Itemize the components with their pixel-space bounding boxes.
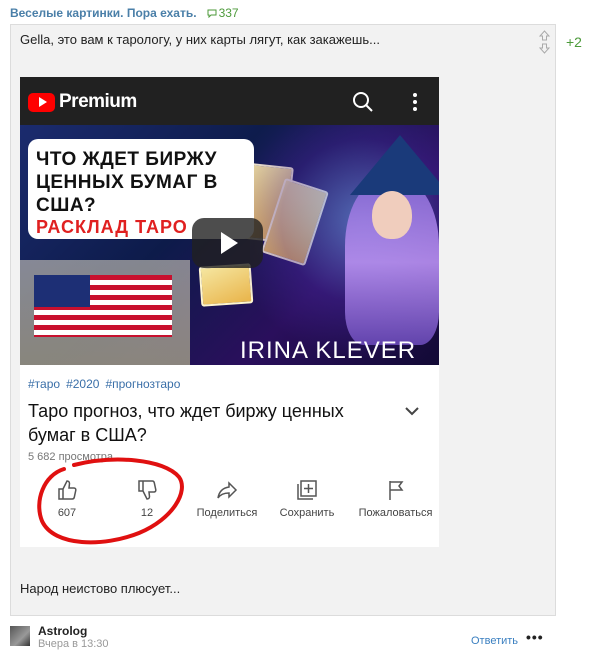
reply-link[interactable]: Ответить [471, 635, 518, 647]
play-button[interactable] [192, 218, 263, 268]
thumbnail-title-line: ЦЕННЫХ БУМАГ В [36, 172, 218, 193]
youtube-play-icon [28, 92, 55, 112]
comment-count-value: 337 [218, 6, 239, 20]
youtube-brand: Premium [59, 91, 137, 112]
witch-face [372, 191, 412, 239]
comment-icon [207, 9, 217, 18]
share-button[interactable]: Поделиться [192, 479, 262, 519]
thumbnail-title-line: США? [36, 195, 97, 216]
flag-icon [388, 481, 403, 500]
thumbnail-title-red: РАСКЛАД ТАРО [36, 217, 188, 237]
comment-count[interactable]: 337 [207, 6, 239, 20]
comment-meta: Astrolog Вчера в 13:30 Ответить ••• [10, 624, 580, 650]
save-playlist-icon [297, 480, 317, 500]
thumbnail-author: IRINA KLEVER [240, 337, 417, 364]
save-button[interactable]: Сохранить [272, 479, 342, 519]
hashtag[interactable]: #2020 [66, 377, 99, 391]
thumbnail-title-line: ЧТО ЖДЕТ БИРЖУ [36, 149, 218, 170]
comment-time: Вчера в 13:30 [38, 638, 109, 650]
hashtag[interactable]: #прогнозтаро [105, 377, 180, 391]
chevron-down-icon[interactable] [404, 403, 420, 419]
video-thumbnail: ЧТО ЖДЕТ БИРЖУ ЦЕННЫХ БУМАГ В США? РАСКЛ… [20, 125, 439, 365]
red-hand-drawn-circle [37, 457, 184, 545]
comment-footer-text: Народ неистово плюсует... [20, 581, 181, 596]
downvote-icon[interactable] [538, 43, 550, 54]
more-vert-icon [413, 93, 417, 111]
share-label: Поделиться [196, 507, 258, 519]
share-icon [217, 481, 238, 499]
report-button[interactable]: Пожаловаться [352, 479, 439, 519]
comment-score: +2 [566, 34, 582, 50]
hashtag[interactable]: #таро [28, 377, 60, 391]
upvote-icon[interactable] [538, 30, 550, 41]
avatar[interactable] [10, 626, 30, 646]
topic-bar: Веселые картинки. Пора ехать. 337 [10, 4, 239, 22]
save-label: Сохранить [279, 507, 335, 519]
more-options-icon[interactable]: ••• [526, 630, 546, 644]
us-flag-canton [34, 275, 90, 307]
comment-post: Gella, это вам к тарологу, у них карты л… [10, 24, 556, 616]
topic-title-link[interactable]: Веселые картинки. Пора ехать. [10, 6, 197, 20]
tarot-card [198, 263, 254, 307]
youtube-header: Premium [20, 77, 439, 125]
embedded-screenshot: Premium ЧТО ЖДЕТ БИРЖУ ЦЕННЫХ БУМАГ В СШ… [20, 77, 439, 547]
witch-hat [350, 135, 439, 195]
video-title: Таро прогноз, что ждет биржу ценных бума… [28, 401, 344, 445]
comment-text: Gella, это вам к тарологу, у них карты л… [20, 32, 380, 47]
author-name[interactable]: Astrolog [38, 624, 87, 638]
search-icon [353, 92, 373, 112]
vote-controls [537, 30, 551, 54]
youtube-logo: Premium [28, 91, 137, 113]
hashtags: #таро #2020 #прогнозтаро [28, 377, 180, 391]
report-label: Пожаловаться [358, 507, 433, 519]
